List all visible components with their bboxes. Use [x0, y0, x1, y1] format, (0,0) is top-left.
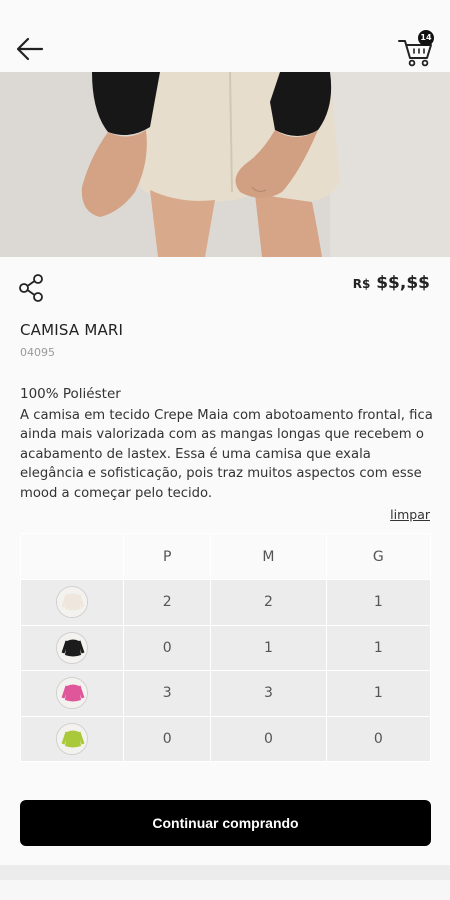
color-thumb-cell: [20, 624, 124, 671]
color-thumb-cell: [20, 715, 124, 762]
size-header: M: [210, 533, 327, 580]
grid-row: 011: [20, 624, 432, 671]
product-material: 100% Poliéster: [20, 386, 121, 402]
grid-row: 000: [20, 715, 432, 762]
quantity-cell[interactable]: 3: [122, 670, 212, 717]
color-thumbnail[interactable]: [56, 677, 88, 710]
color-thumb-cell: [20, 579, 124, 626]
product-photo: [0, 72, 450, 257]
size-header: G: [325, 533, 432, 580]
clear-link[interactable]: limpar: [390, 507, 430, 522]
grid-row: 331: [20, 670, 432, 717]
top-bar: 14: [0, 0, 450, 72]
color-thumbnail[interactable]: [56, 722, 88, 755]
quantity-cell[interactable]: 1: [210, 624, 327, 671]
quantity-cell[interactable]: 0: [122, 624, 212, 671]
size-color-grid: P M G 221011331000: [20, 533, 432, 762]
product-image[interactable]: [0, 72, 450, 257]
color-thumb-cell: [20, 670, 124, 717]
quantity-cell[interactable]: 1: [325, 670, 432, 717]
quantity-cell[interactable]: 1: [325, 579, 432, 626]
quantity-cell[interactable]: 0: [210, 715, 327, 762]
share-icon[interactable]: [18, 273, 46, 303]
quantity-cell[interactable]: 3: [210, 670, 327, 717]
quantity-cell[interactable]: 1: [325, 624, 432, 671]
product-price: R$ $$,$$: [353, 273, 430, 293]
color-thumbnail[interactable]: [56, 631, 88, 664]
cart-count-badge: 14: [418, 30, 434, 46]
product-details: R$ $$,$$ CAMISA MARI 04095 100% Poliéste…: [0, 257, 450, 865]
cart-button[interactable]: 14: [396, 30, 440, 68]
size-header: P: [122, 533, 212, 580]
product-code: 04095: [20, 346, 55, 359]
quantity-cell[interactable]: 0: [122, 715, 212, 762]
color-thumbnail[interactable]: [56, 586, 88, 619]
quantity-cell[interactable]: 2: [210, 579, 327, 626]
grid-corner: [20, 533, 124, 580]
bottom-strip: [0, 865, 450, 900]
product-name: CAMISA MARI: [20, 321, 124, 339]
product-description: A camisa em tecido Crepe Maia com abotoa…: [20, 408, 433, 501]
continue-shopping-button[interactable]: Continuar comprando: [20, 800, 431, 846]
price-currency: R$: [352, 277, 371, 291]
arrow-left-icon[interactable]: [14, 33, 46, 65]
price-value: $$,$$: [376, 273, 430, 293]
quantity-cell[interactable]: 0: [325, 715, 432, 762]
bottom-strip-inner: [0, 880, 450, 900]
quantity-cell[interactable]: 2: [122, 579, 212, 626]
grid-row: 221: [20, 579, 432, 626]
